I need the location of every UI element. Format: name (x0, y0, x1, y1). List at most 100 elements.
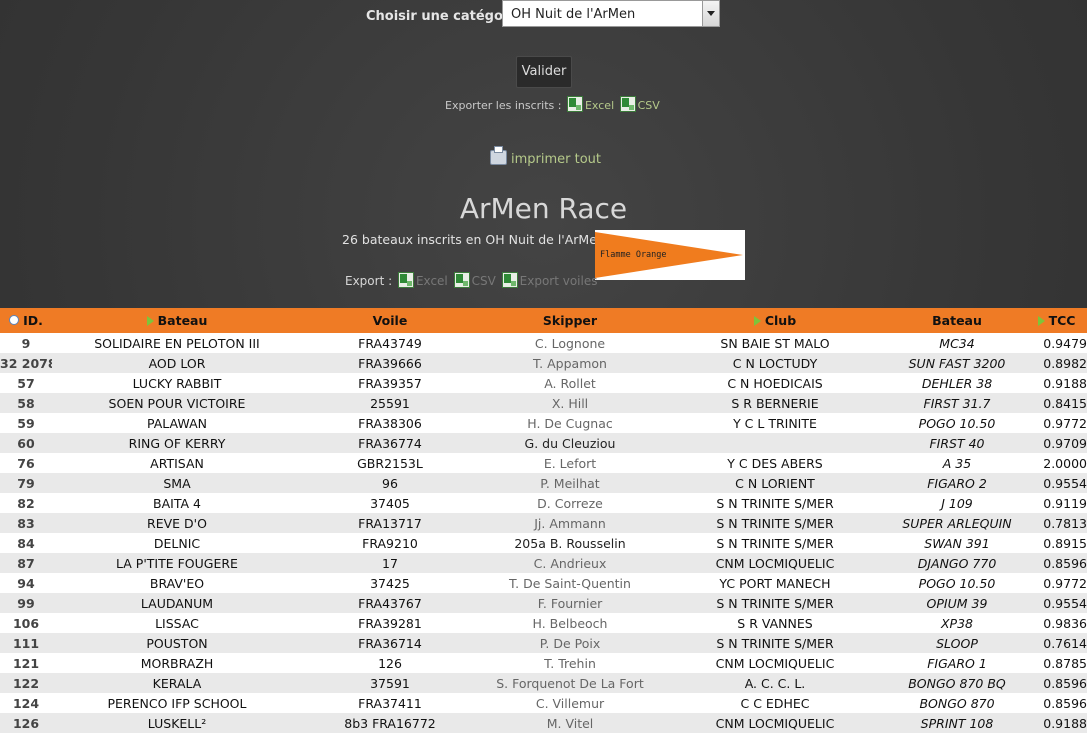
column-header-sail[interactable]: Voile (302, 308, 478, 333)
race-export-label: Export : (345, 274, 393, 288)
cell-model: OPIUM 39 (888, 593, 1026, 613)
cell-skipper: T. Appamon (478, 353, 662, 373)
cell-club: S N TRINITE S/MER (662, 593, 888, 613)
entries-table: ID. Bateau Voile Skipper Club Bateau TCC… (0, 308, 1087, 733)
sort-icon[interactable] (9, 315, 20, 325)
csv-icon[interactable] (619, 96, 636, 112)
cell-club: C N HOEDICAIS (662, 373, 888, 393)
cell-sail: FRA36774 (302, 433, 478, 453)
cell-boat: PERENCO IFP SCHOOL (52, 693, 302, 713)
table-body: 9 SOLIDAIRE EN PELOTON III FRA43749 C. Logn… (0, 333, 1087, 733)
table-row[interactable]: 9 SOLIDAIRE EN PELOTON III FRA43749 C. Logn… (0, 333, 1087, 353)
table-row[interactable]: 84 DELNIC FRA9210 205a B. Rousselin S N TRIN… (0, 533, 1087, 553)
category-select[interactable]: OH Nuit de l'ArMen (502, 0, 720, 27)
cell-sail: FRA43767 (302, 593, 478, 613)
cell-club: S N TRINITE S/MER (662, 513, 888, 533)
cell-club: CNM LOCMIQUELIC (662, 713, 888, 733)
table-row[interactable]: 126 LUSKELL² 8b3 FRA16772 M. Vitel CNM LOCMI… (0, 713, 1087, 733)
cell-tcc: 0.9188 (1026, 713, 1087, 733)
cell-club (662, 433, 888, 453)
cell-boat: LAUDANUM (52, 593, 302, 613)
table-row[interactable]: 32 2078 AOD LOR FRA39666 T. Appamon C N LOCT… (0, 353, 1087, 373)
cell-model: BONGO 870 (888, 693, 1026, 713)
race-export-csv-link[interactable]: CSV (472, 274, 496, 288)
cell-skipper: G. du Cleuziou (478, 433, 662, 453)
print-all-link[interactable]: imprimer tout (490, 146, 601, 167)
column-header-boat[interactable]: Bateau (52, 308, 302, 333)
excel-icon[interactable] (501, 272, 518, 288)
cell-model: POGO 10.50 (888, 573, 1026, 593)
submit-button[interactable]: Valider (516, 56, 572, 88)
excel-icon[interactable] (566, 96, 583, 112)
cell-boat: KERALA (52, 673, 302, 693)
cell-tcc: 0.9119 (1026, 493, 1087, 513)
table-row[interactable]: 57 LUCKY RABBIT FRA39357 A. Rollet C N HOEDI… (0, 373, 1087, 393)
table-row[interactable]: 122 KERALA 37591 S. Forquenot De La Fort A. … (0, 673, 1087, 693)
cell-skipper: S. Forquenot De La Fort (478, 673, 662, 693)
cell-model: FIGARO 1 (888, 653, 1026, 673)
excel-icon[interactable] (397, 272, 414, 288)
cell-sail: 17 (302, 553, 478, 573)
category-label: Choisir une catégorie (366, 9, 523, 24)
cell-model: XP38 (888, 613, 1026, 633)
table-row[interactable]: 94 BRAV'EO 37425 T. De Saint-Quentin YC PORT… (0, 573, 1087, 593)
cell-id: 87 (0, 553, 52, 573)
cell-sail: FRA9210 (302, 533, 478, 553)
csv-icon[interactable] (453, 272, 470, 288)
cell-boat: SOLIDAIRE EN PELOTON III (52, 333, 302, 353)
cell-club: S N TRINITE S/MER (662, 533, 888, 553)
cell-club: S N TRINITE S/MER (662, 493, 888, 513)
race-export-excel-link[interactable]: Excel (416, 274, 448, 288)
table-row[interactable]: 82 BAITA 4 37405 D. Correze S N TRINITE S/ME… (0, 493, 1087, 513)
cell-tcc: 0.9772 (1026, 413, 1087, 433)
column-header-skipper[interactable]: Skipper (478, 308, 662, 333)
cell-skipper: A. Rollet (478, 373, 662, 393)
table-row[interactable]: 59 PALAWAN FRA38306 H. De Cugnac Y C L TRINI… (0, 413, 1087, 433)
export-excel-link[interactable]: Excel (585, 99, 614, 112)
cell-skipper: M. Vitel (478, 713, 662, 733)
cell-boat: MORBRAZH (52, 653, 302, 673)
column-header-tcc[interactable]: TCC (1026, 308, 1087, 333)
cell-club: YC PORT MANECH (662, 573, 888, 593)
cell-id: 32 2078 (0, 353, 52, 373)
cell-skipper: P. De Poix (478, 633, 662, 653)
table-row[interactable]: 106 LISSAC FRA39281 H. Belbeoch S R VANNES XP… (0, 613, 1087, 633)
cell-boat: LISSAC (52, 613, 302, 633)
table-row[interactable]: 99 LAUDANUM FRA43767 F. Fournier S N TRINITE… (0, 593, 1087, 613)
cell-model: A 35 (888, 453, 1026, 473)
table-row[interactable]: 79 SMA 96 P. Meilhat C N LORIENT FIGARO 2 0.95… (0, 473, 1087, 493)
cell-sail: FRA39357 (302, 373, 478, 393)
cell-id: 57 (0, 373, 52, 393)
column-header-club[interactable]: Club (662, 308, 888, 333)
cell-model: DEHLER 38 (888, 373, 1026, 393)
table-row[interactable]: 87 LA P'TITE FOUGERE 17 C. Andrieux CNM LOCM… (0, 553, 1087, 573)
table-row[interactable]: 111 POUSTON FRA36714 P. De Poix S N TRINITE … (0, 633, 1087, 653)
cell-skipper: C. Villemur (478, 693, 662, 713)
column-header-model[interactable]: Bateau (888, 308, 1026, 333)
cell-model: SUN FAST 3200 (888, 353, 1026, 373)
column-header-id[interactable]: ID. (0, 308, 52, 333)
cell-skipper: X. Hill (478, 393, 662, 413)
cell-sail: GBR2153L (302, 453, 478, 473)
cell-tcc: 0.9188 (1026, 373, 1087, 393)
race-export-voiles-link[interactable]: Export voiles (520, 274, 598, 288)
cell-tcc: 0.8982 (1026, 353, 1087, 373)
table-row[interactable]: 58 SOEN POUR VICTOIRE 25591 X. Hill S R BERN… (0, 393, 1087, 413)
table-row[interactable]: 76 ARTISAN GBR2153L E. Lefort Y C DES ABERS A… (0, 453, 1087, 473)
printer-icon[interactable] (490, 146, 507, 165)
cell-id: 60 (0, 433, 52, 453)
cell-sail: FRA13717 (302, 513, 478, 533)
table-row[interactable]: 121 MORBRAZH 126 T. Trehin CNM LOCMIQUELIC FI… (0, 653, 1087, 673)
table-row[interactable]: 60 RING OF KERRY FRA36774 G. du Cleuziou FIR… (0, 433, 1087, 453)
cell-sail: 37405 (302, 493, 478, 513)
cell-id: 106 (0, 613, 52, 633)
arrow-right-icon (146, 316, 154, 326)
cell-club: A. C. C. L. (662, 673, 888, 693)
cell-id: 121 (0, 653, 52, 673)
table-row[interactable]: 83 REVE D'O FRA13717 Jj. Ammann S N TRINITE … (0, 513, 1087, 533)
chevron-down-icon[interactable] (702, 1, 719, 26)
export-csv-link[interactable]: CSV (638, 99, 660, 112)
print-all-label[interactable]: imprimer tout (511, 152, 601, 167)
table-row[interactable]: 124 PERENCO IFP SCHOOL FRA37411 C. Villemur… (0, 693, 1087, 713)
cell-tcc: 0.8596 (1026, 673, 1087, 693)
